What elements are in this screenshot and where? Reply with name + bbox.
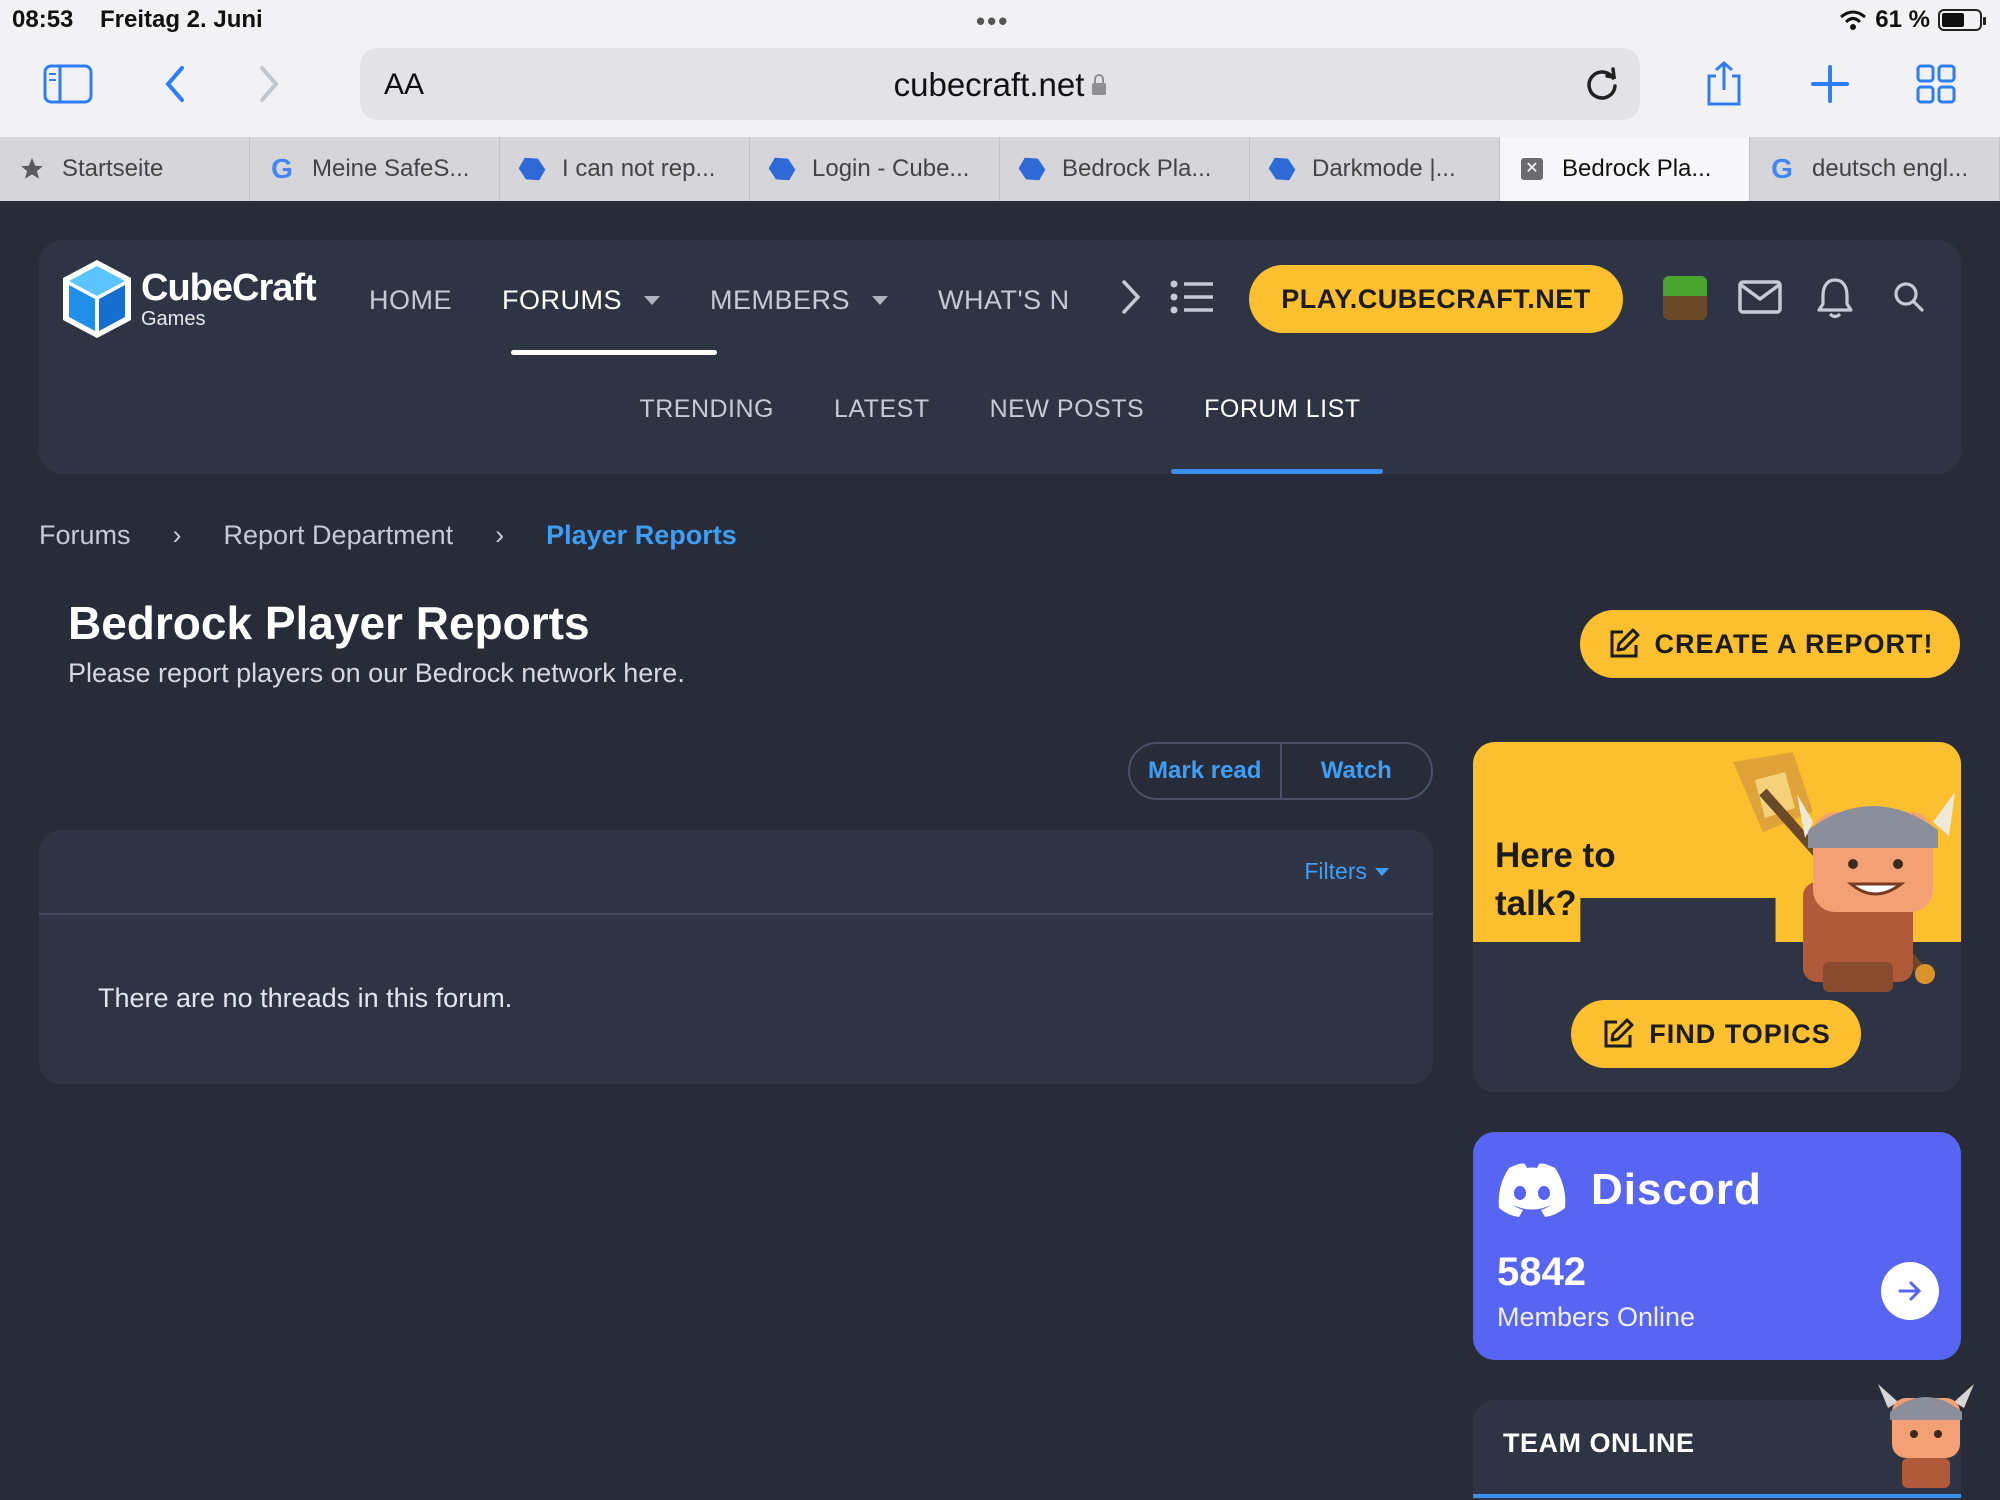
status-right: 61 % (1839, 6, 1986, 34)
create-report-button[interactable]: CREATE A REPORT! (1580, 610, 1960, 678)
battery-percent: 61 % (1875, 6, 1930, 33)
caret-down-icon (1375, 867, 1389, 876)
google-icon: G (271, 153, 293, 184)
edit-icon (1601, 1017, 1635, 1051)
breadcrumb-player-reports[interactable]: Player Reports (546, 520, 737, 551)
browser-tab[interactable]: G Meine SafeS... (250, 137, 500, 201)
cubecraft-favicon-icon (768, 155, 796, 183)
logo-subtitle: Games (141, 308, 206, 330)
browser-tab[interactable]: Darkmode |... (1250, 137, 1500, 201)
star-icon (18, 155, 46, 183)
breadcrumb-forums[interactable]: Forums (39, 520, 131, 551)
browser-toolbar: AA cubecraft.net (0, 42, 2000, 137)
subnav-new-posts[interactable]: NEW POSTS (990, 395, 1145, 424)
thread-list-panel: Filters There are no threads in this for… (39, 830, 1433, 1084)
nav-forums[interactable]: FORUMS (502, 280, 660, 320)
play-server-button[interactable]: PLAY.CUBECRAFT.NET (1249, 265, 1623, 333)
search-icon[interactable] (1889, 276, 1929, 318)
mail-icon[interactable] (1737, 276, 1783, 318)
subnav-trending[interactable]: TRENDING (639, 395, 774, 424)
user-avatar[interactable] (1663, 276, 1707, 320)
browser-tab[interactable]: Login - Cube... (750, 137, 1000, 201)
watch-button[interactable]: Watch (1279, 744, 1432, 798)
forum-actions: Mark read Watch (1128, 742, 1433, 800)
logo-title: CubeCraft (141, 267, 317, 309)
chevron-right-icon: › (495, 520, 505, 550)
cube-logo-icon (63, 260, 131, 338)
browser-tab[interactable]: Bedrock Pla... (1000, 137, 1250, 201)
reload-icon[interactable] (1582, 64, 1622, 104)
browser-tab-active[interactable]: ✕ Bedrock Pla... (1500, 137, 1750, 201)
close-tab-icon[interactable]: ✕ (1518, 155, 1546, 183)
viking-mascot-image (1733, 752, 1955, 992)
subnav-forum-list[interactable]: FORUM LIST (1204, 395, 1360, 424)
site-header: CubeCraft Games HOME FORUMS MEMBERS WHAT… (39, 240, 1961, 474)
cubecraft-favicon-icon (518, 155, 546, 183)
mini-viking-mascot-image (1878, 1384, 1974, 1488)
browser-tab[interactable]: Gdeutsch engl... (1750, 137, 2000, 201)
browser-tab-strip: Startseite G Meine SafeS... I can not rep… (0, 137, 2000, 201)
nav-scroll-right-icon[interactable] (1119, 276, 1143, 318)
lock-icon (1092, 74, 1107, 95)
find-topics-button[interactable]: FIND TOPICS (1571, 1000, 1861, 1068)
edit-icon (1607, 627, 1641, 661)
bell-icon[interactable] (1815, 276, 1855, 320)
battery-icon (1938, 9, 1986, 31)
page-description: Please report players on our Bedrock net… (68, 658, 685, 688)
discord-members-label: Members Online (1497, 1302, 1696, 1332)
team-online-underline (1473, 1494, 1961, 1498)
discord-name: Discord (1591, 1165, 1762, 1214)
mark-read-button[interactable]: Mark read (1130, 744, 1280, 798)
url-text[interactable]: cubecraft.net (360, 66, 1640, 104)
nav-whats-new[interactable]: WHAT'S N (938, 280, 1070, 320)
address-bar[interactable]: AA cubecraft.net (360, 48, 1640, 120)
team-online-title: TEAM ONLINE (1503, 1428, 1695, 1458)
main-nav: HOME FORUMS MEMBERS WHAT'S N (369, 280, 1120, 320)
nav-home[interactable]: HOME (369, 280, 452, 320)
chevron-down-icon[interactable] (644, 295, 660, 305)
nav-members[interactable]: MEMBERS (710, 280, 889, 320)
nav-menu-list-icon[interactable] (1169, 276, 1215, 318)
page-title: Bedrock Player Reports (68, 597, 590, 649)
multitasking-dots-icon[interactable]: ••• (976, 6, 1009, 37)
wifi-icon (1840, 10, 1867, 30)
sub-nav: TRENDING LATEST NEW POSTS FORUM LIST (39, 395, 1961, 424)
subnav-active-indicator (1171, 469, 1383, 474)
nav-active-indicator (511, 350, 717, 355)
chevron-down-icon[interactable] (872, 295, 889, 305)
chevron-right-icon: › (172, 520, 182, 550)
google-icon: G (1771, 153, 1793, 184)
browser-tab[interactable]: I can not rep... (500, 137, 750, 201)
back-icon[interactable] (146, 58, 202, 110)
share-icon[interactable] (1696, 58, 1752, 110)
status-date: Freitag 2. Juni (100, 6, 263, 33)
new-tab-icon[interactable] (1802, 58, 1858, 110)
discord-widget[interactable]: Discord 5842 Members Online (1473, 1132, 1961, 1360)
subnav-latest[interactable]: LATEST (834, 395, 930, 424)
discord-logo-icon (1498, 1163, 1566, 1217)
sidebar-toggle-icon[interactable] (40, 58, 96, 110)
cubecraft-favicon-icon (1018, 155, 1046, 183)
panel-divider (39, 913, 1433, 915)
cubecraft-logo[interactable]: CubeCraft Games (61, 258, 317, 340)
ios-status-bar: 08:53 Freitag 2. Juni ••• 61 % (0, 0, 2000, 42)
filters-dropdown[interactable]: Filters (1304, 858, 1389, 885)
cubecraft-favicon-icon (1268, 155, 1296, 183)
talk-widget: Here to talk? FIND TOPICS (1473, 742, 1961, 1092)
tab-overview-icon[interactable] (1908, 58, 1964, 110)
status-time: 08:53 (12, 6, 74, 33)
forward-icon[interactable] (242, 58, 298, 110)
arrow-right-icon[interactable] (1881, 1262, 1939, 1320)
empty-state-message: There are no threads in this forum. (98, 983, 513, 1013)
breadcrumb: Forums › Report Department › Player Repo… (39, 520, 737, 551)
talk-title: Here to talk? (1495, 836, 1616, 923)
browser-tab[interactable]: Startseite (0, 137, 250, 201)
discord-member-count: 5842 (1497, 1250, 1586, 1294)
breadcrumb-report-department[interactable]: Report Department (224, 520, 454, 551)
